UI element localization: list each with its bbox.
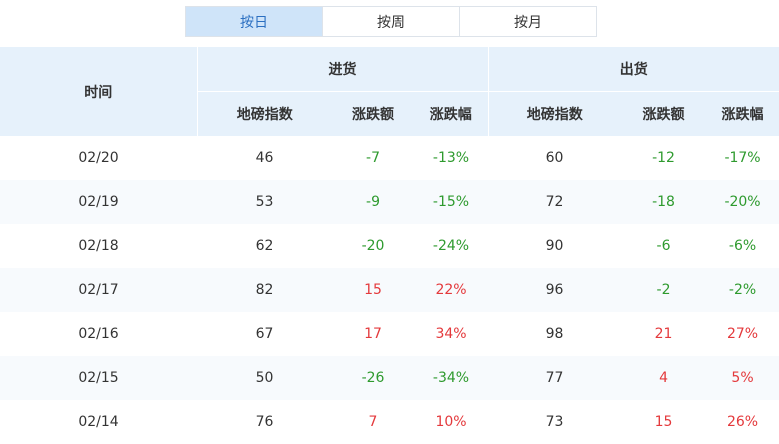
cell-inbound-change: -26 [332, 356, 414, 400]
cell-outbound-change: 21 [654, 326, 673, 342]
header-date: 时间 [0, 47, 197, 136]
header-inbound-pct: 涨跌幅 [414, 91, 489, 136]
cell-date: 02/15 [0, 356, 197, 400]
cell-inbound-index: 82 [197, 268, 332, 312]
cell-outbound-pct: 5% [706, 356, 779, 400]
cell-inbound-pct: 34% [435, 326, 467, 342]
cell-outbound-pct: -6% [728, 238, 757, 254]
tab-daily[interactable]: 按日 [186, 7, 323, 36]
table-body: 02/20 46 -7 -13% 60 -12 -17% 02/19 53 -9 -15% 72 -18… [0, 136, 779, 444]
header-inbound-change: 涨跌额 [332, 91, 414, 136]
tab-monthly[interactable]: 按月 [460, 7, 596, 36]
cell-outbound-index: 90 [545, 238, 564, 254]
cell-inbound-index: 46 [255, 150, 274, 166]
cell-date: 02/14 [78, 414, 119, 430]
cell-date: 02/20 [78, 150, 119, 166]
cell-outbound-change: -2 [621, 268, 707, 312]
cell-date: 02/19 [0, 180, 197, 224]
cell-inbound-index: 67 [255, 326, 274, 342]
cell-inbound-index: 76 [255, 414, 274, 430]
header-outbound-change: 涨跌额 [621, 91, 707, 136]
table-row: 02/15 50 -26 -34% 77 4 5% [0, 356, 779, 400]
cell-outbound-index: 96 [488, 268, 622, 312]
cell-outbound-change: -18 [621, 180, 707, 224]
table-row: 02/18 62 -20 -24% 90 -6 -6% [0, 224, 779, 268]
cell-outbound-pct: -20% [706, 180, 779, 224]
cell-inbound-pct: -15% [414, 180, 489, 224]
table-row: 02/16 67 17 34% 98 21 27% [0, 312, 779, 356]
header-outbound: 出货 [487, 47, 779, 92]
cell-inbound-pct: 22% [414, 268, 489, 312]
cell-date: 02/17 [0, 268, 197, 312]
table-row: 02/20 46 -7 -13% 60 -12 -17% [0, 136, 779, 180]
cell-outbound-pct: -17% [724, 150, 761, 166]
header-outbound-index: 地磅指数 [487, 91, 622, 136]
cell-outbound-index: 73 [545, 414, 564, 430]
cell-outbound-index: 60 [545, 150, 564, 166]
table-row: 02/19 53 -9 -15% 72 -18 -20% [0, 180, 779, 224]
cell-inbound-pct: -13% [432, 150, 470, 166]
cell-outbound-pct: 26% [726, 414, 759, 430]
cell-outbound-index: 98 [545, 326, 564, 342]
cell-inbound-index: 62 [255, 238, 274, 254]
table-row: 02/14 76 7 10% 73 15 26% [0, 400, 779, 444]
cell-outbound-index: 77 [488, 356, 622, 400]
cell-inbound-change: -9 [332, 180, 414, 224]
cell-outbound-change: -6 [656, 238, 671, 254]
table-row: 02/17 82 15 22% 96 -2 -2% [0, 268, 779, 312]
cell-inbound-pct: -34% [414, 356, 489, 400]
cell-outbound-change: 4 [621, 356, 707, 400]
header-inbound-index: 地磅指数 [196, 91, 332, 136]
cell-outbound-index: 72 [488, 180, 622, 224]
cell-outbound-change: -12 [652, 150, 675, 166]
cell-inbound-change: 17 [364, 326, 382, 342]
cell-inbound-change: 7 [368, 414, 378, 430]
header-outbound-pct: 涨跌幅 [706, 91, 779, 136]
cell-inbound-index: 53 [197, 180, 332, 224]
cell-inbound-change: -20 [361, 238, 385, 254]
cell-inbound-change: -7 [366, 150, 380, 166]
cell-outbound-change: 15 [654, 414, 673, 430]
tab-weekly[interactable]: 按周 [323, 7, 460, 36]
cell-inbound-change: 15 [332, 268, 414, 312]
header-inbound: 进货 [196, 47, 489, 92]
cell-outbound-pct: -2% [706, 268, 779, 312]
cell-inbound-pct: -24% [432, 238, 470, 254]
cell-inbound-pct: 10% [435, 414, 467, 430]
period-tabs: 按日 按周 按月 [185, 6, 597, 37]
cell-inbound-index: 50 [197, 356, 332, 400]
weighbridge-index-table: 时间 进货 出货 地磅指数 涨跌额 涨跌幅 地磅指数 涨跌额 涨跌幅 02/20… [0, 47, 779, 444]
cell-date: 02/16 [78, 326, 119, 342]
cell-outbound-pct: 27% [726, 326, 759, 342]
cell-date: 02/18 [78, 238, 119, 254]
